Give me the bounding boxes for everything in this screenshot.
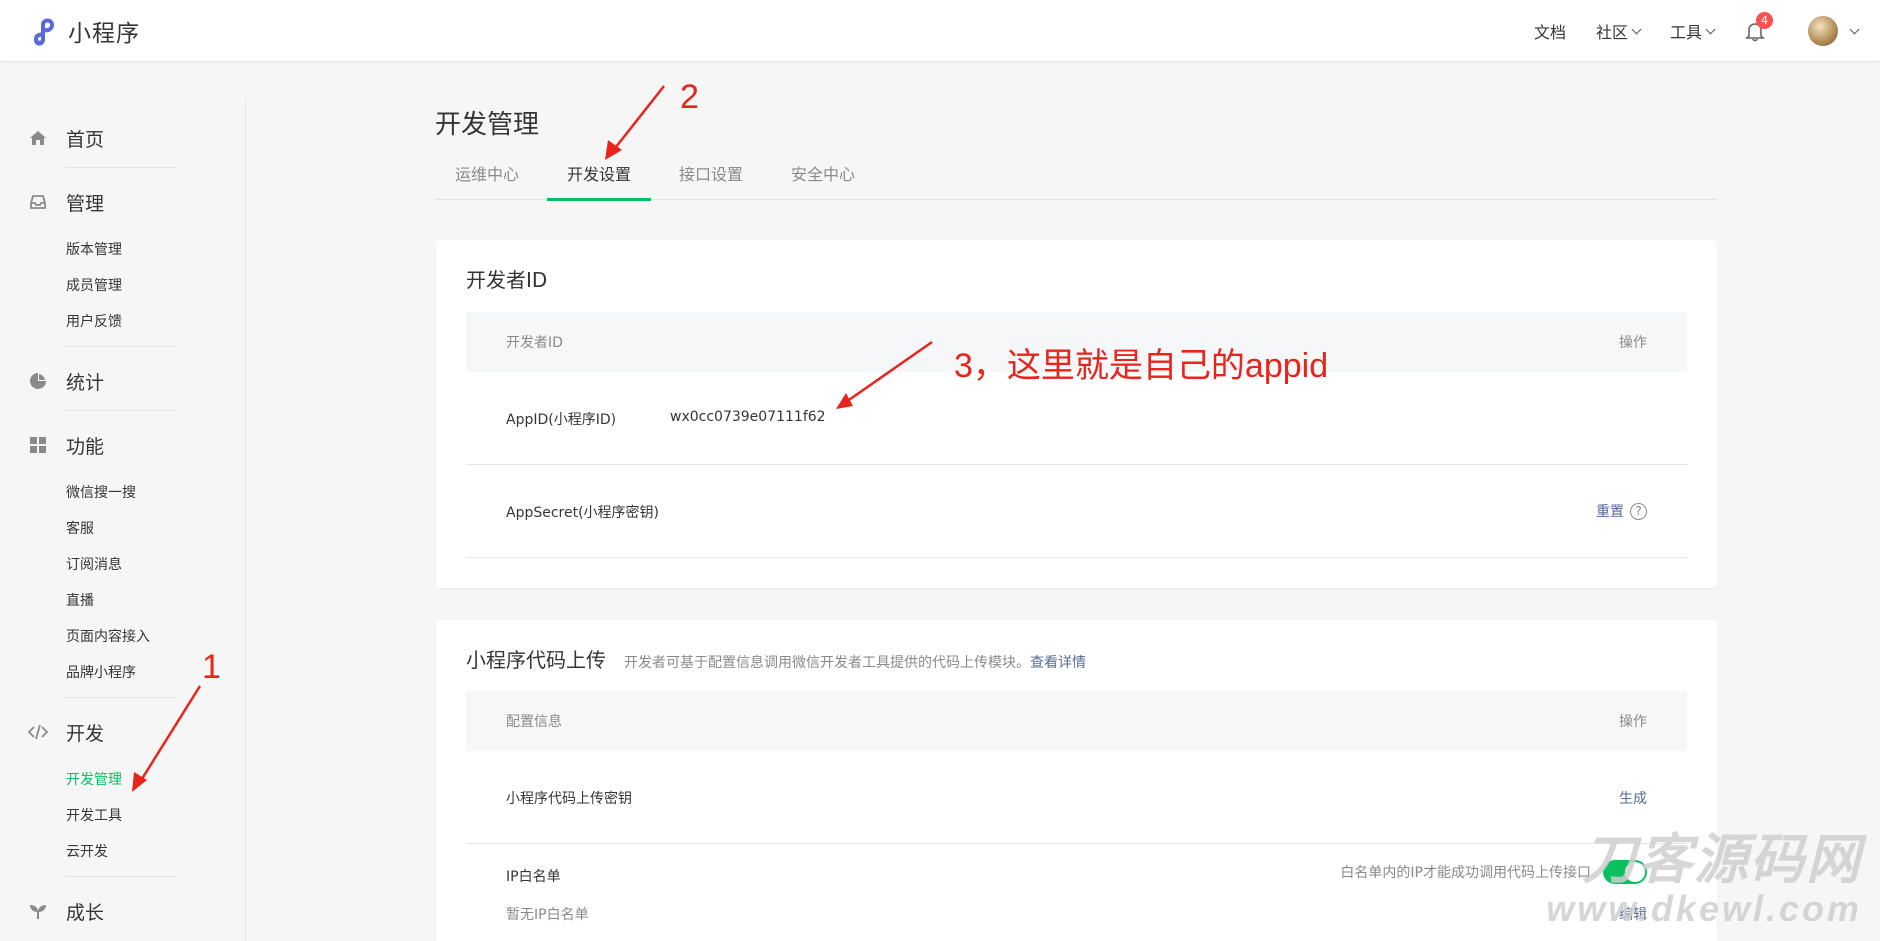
sprout-icon bbox=[28, 901, 48, 921]
appid-value[interactable]: wx0cc0739e07111f62 bbox=[670, 409, 826, 425]
sidebar-item-dev-manage[interactable]: 开发管理 bbox=[0, 762, 245, 798]
top-nav: 文档 社区 工具 4 bbox=[1534, 0, 1880, 62]
top-bar: 小程序 文档 社区 工具 4 bbox=[0, 0, 1880, 62]
sidebar-item-cloud-dev[interactable]: 云开发 bbox=[0, 834, 245, 870]
sidebar-item-dev-tools[interactable]: 开发工具 bbox=[0, 798, 245, 834]
help-icon[interactable]: ? bbox=[1630, 502, 1647, 520]
card-title: 开发者ID bbox=[466, 268, 548, 292]
reset-secret: 重置 ? bbox=[1596, 501, 1647, 521]
pie-chart-icon bbox=[28, 371, 48, 391]
sidebar-item-subscribe-msg[interactable]: 订阅消息 bbox=[0, 547, 245, 583]
mini-program-logo-icon bbox=[28, 14, 62, 48]
sidebar-group-dev[interactable]: 开发 bbox=[0, 714, 245, 750]
table-row-appsecret: AppSecret(小程序密钥) 重置 ? bbox=[466, 465, 1687, 558]
table-row-ip-whitelist: IP白名单 暂无IP白名单 白名单内的IP才能成功调用代码上传接口 编辑 bbox=[466, 844, 1687, 941]
generate-link[interactable]: 生成 bbox=[1619, 788, 1647, 808]
tab-ops-center[interactable]: 运维中心 bbox=[435, 160, 539, 200]
sidebar-group-stats[interactable]: 统计 bbox=[0, 363, 245, 399]
column-header: 操作 bbox=[1619, 714, 1647, 730]
arrowhead bbox=[605, 140, 622, 160]
home-icon bbox=[28, 128, 48, 148]
page-title: 开发管理 bbox=[435, 110, 540, 140]
sidebar-item-members[interactable]: 成员管理 bbox=[0, 268, 245, 304]
watermark: 刀客源码网 www.dkewl.com bbox=[1546, 831, 1862, 929]
nav-community-label: 社区 bbox=[1595, 23, 1628, 42]
code-upload-card: 小程序代码上传 开发者可基于配置信息调用微信开发者工具提供的代码上传模块。查看详情… bbox=[436, 620, 1717, 941]
ip-whitelist-label: IP白名单 bbox=[506, 869, 561, 885]
logo-text: 小程序 bbox=[68, 21, 140, 47]
tab-security-center[interactable]: 安全中心 bbox=[771, 160, 875, 200]
table-header: 配置信息 操作 bbox=[466, 691, 1687, 751]
sidebar-group-label: 开发 bbox=[66, 722, 105, 745]
tab-bar: 运维中心 开发设置 接口设置 安全中心 bbox=[435, 160, 1717, 201]
tab-dev-settings[interactable]: 开发设置 bbox=[547, 160, 652, 201]
sidebar: 首页 管理 版本管理 成员管理 用户反馈 统计 功能 微信搜一搜 客服 订阅消息… bbox=[0, 100, 246, 941]
appid-label: AppID(小程序ID) bbox=[506, 412, 617, 428]
upload-key-label: 小程序代码上传密钥 bbox=[506, 791, 632, 807]
card-description: 开发者可基于配置信息调用微信开发者工具提供的代码上传模块。查看详情 bbox=[624, 655, 1086, 671]
nav-tools-label: 工具 bbox=[1669, 23, 1702, 42]
card-title-text: 小程序代码上传 bbox=[466, 648, 606, 672]
developer-id-card: 开发者ID 开发者ID 操作 AppID(小程序ID) wx0cc0739e07… bbox=[436, 240, 1717, 588]
sidebar-item-live[interactable]: 直播 bbox=[0, 583, 245, 619]
sidebar-group-growth[interactable]: 成长 bbox=[0, 893, 245, 929]
description-text: 开发者可基于配置信息调用微信开发者工具提供的代码上传模块。 bbox=[624, 655, 1030, 671]
watermark-line2: www.dkewl.com bbox=[1546, 888, 1862, 929]
column-header: 开发者ID bbox=[506, 335, 563, 351]
ip-whitelist-empty: 暂无IP白名单 bbox=[506, 907, 589, 923]
arrow-to-tab bbox=[611, 85, 665, 153]
table-row-upload-key: 小程序代码上传密钥 生成 bbox=[466, 751, 1687, 844]
appsecret-label: AppSecret(小程序密钥) bbox=[506, 505, 660, 521]
sidebar-group-label: 统计 bbox=[66, 371, 105, 394]
annotation-1: 1 bbox=[202, 648, 221, 686]
sidebar-group-label: 首页 bbox=[66, 128, 105, 151]
notification-badge: 4 bbox=[1756, 12, 1773, 29]
card-title: 小程序代码上传 开发者可基于配置信息调用微信开发者工具提供的代码上传模块。查看详情 bbox=[466, 644, 1086, 673]
chevron-down-icon[interactable] bbox=[1849, 24, 1860, 34]
sidebar-item-customer-service[interactable]: 客服 bbox=[0, 511, 245, 547]
nav-docs-label: 文档 bbox=[1533, 23, 1566, 42]
grid-icon bbox=[28, 435, 48, 455]
sidebar-item-wechat-search[interactable]: 微信搜一搜 bbox=[0, 475, 245, 511]
nav-tools[interactable]: 工具 bbox=[1669, 19, 1716, 43]
chevron-down-icon bbox=[1705, 24, 1716, 34]
sidebar-group-home[interactable]: 首页 bbox=[0, 120, 245, 156]
sidebar-item-feedback[interactable]: 用户反馈 bbox=[0, 304, 245, 340]
inbox-icon bbox=[28, 192, 48, 212]
column-header: 操作 bbox=[1619, 335, 1647, 351]
sidebar-group-manage[interactable]: 管理 bbox=[0, 184, 245, 220]
code-icon bbox=[28, 722, 48, 742]
view-details-link[interactable]: 查看详情 bbox=[1030, 655, 1086, 671]
nav-docs[interactable]: 文档 bbox=[1534, 19, 1566, 43]
sidebar-group-label: 管理 bbox=[66, 192, 105, 215]
sidebar-item-version[interactable]: 版本管理 bbox=[0, 232, 245, 268]
tab-api-settings[interactable]: 接口设置 bbox=[659, 160, 763, 200]
sidebar-group-label: 功能 bbox=[66, 435, 105, 458]
avatar[interactable] bbox=[1808, 16, 1838, 46]
notification-bell-icon[interactable]: 4 bbox=[1744, 12, 1773, 42]
chevron-down-icon bbox=[1631, 24, 1642, 34]
sidebar-group-features[interactable]: 功能 bbox=[0, 427, 245, 463]
nav-community[interactable]: 社区 bbox=[1595, 19, 1642, 43]
annotation-2: 2 bbox=[680, 78, 699, 116]
column-header: 配置信息 bbox=[506, 714, 562, 730]
watermark-line1: 刀客源码网 bbox=[1582, 830, 1862, 890]
annotation-3: 3，这里就是自己的appid bbox=[954, 347, 1329, 385]
sidebar-group-label: 成长 bbox=[66, 901, 105, 924]
reset-link[interactable]: 重置 bbox=[1596, 501, 1624, 521]
logo[interactable]: 小程序 bbox=[28, 14, 140, 48]
